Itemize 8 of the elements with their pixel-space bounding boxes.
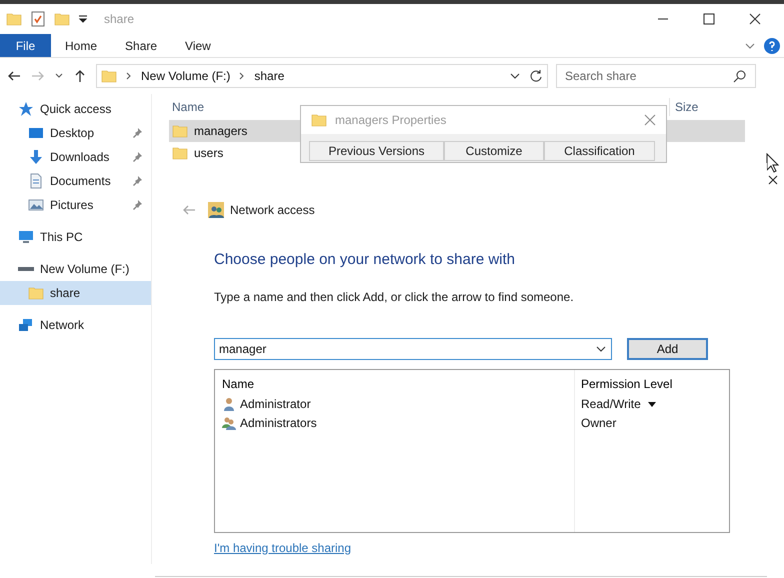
dialog-title: managers Properties [335, 112, 446, 129]
user-name: Administrators [240, 415, 317, 432]
dialog-title: Network access [230, 202, 315, 219]
window-title: share [104, 11, 134, 28]
heading: Choose people on your network to share with [214, 250, 516, 270]
user-name: Administrator [240, 396, 311, 413]
instruction-text: Type a name and then click Add, or click the arrow to find someone. [214, 288, 575, 306]
permission-level: Owner [581, 415, 616, 432]
